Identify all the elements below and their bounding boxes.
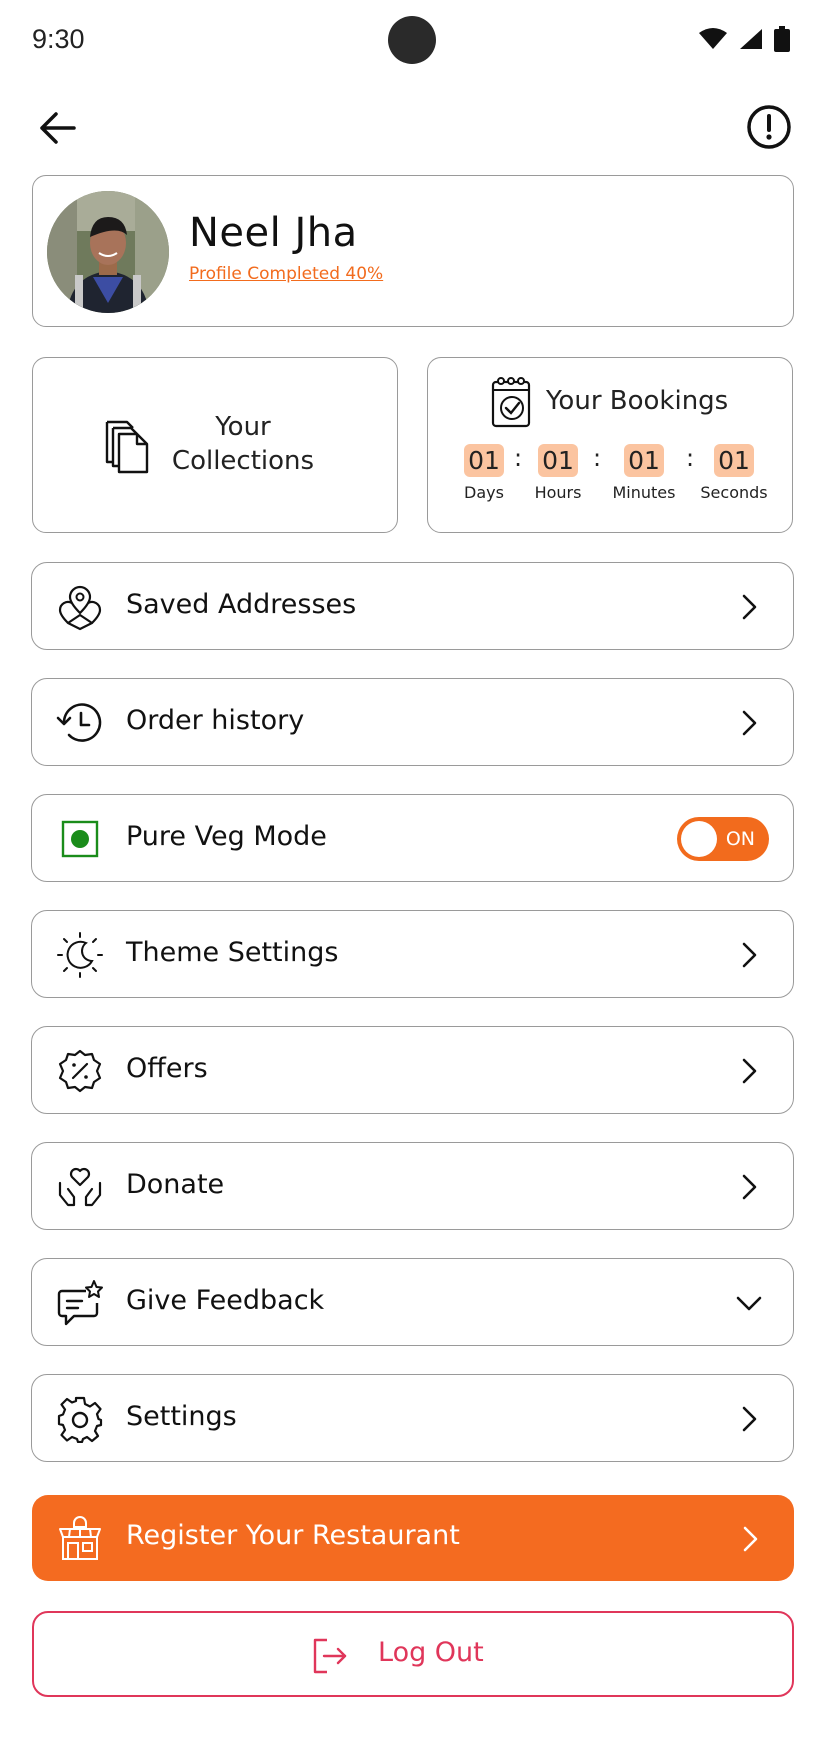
heart-hands-icon [58,1167,102,1207]
avatar [47,191,169,313]
countdown-separator: : [514,444,523,472]
saved-addresses-label: Saved Addresses [126,589,357,620]
countdown-minutes-label: Minutes [612,483,676,502]
chevron-right-icon [742,1058,757,1084]
battery-icon [774,26,790,52]
alert-circle-icon [747,105,791,149]
menu-item-pure-veg-mode: Pure Veg Mode ON [31,794,794,882]
countdown-seconds-label: Seconds [700,483,768,502]
order-history-label: Order history [126,705,305,736]
theme-settings-label: Theme Settings [126,937,339,968]
logout-icon [313,1638,347,1674]
register-restaurant-button[interactable]: Register Your Restaurant [32,1495,794,1581]
back-button[interactable] [34,104,82,152]
front-camera [388,16,436,64]
menu-item-theme-settings[interactable]: Theme Settings [31,910,794,998]
countdown-separator: : [593,444,602,472]
toggle-knob [681,821,717,857]
countdown-days: 01 Days [464,444,504,502]
countdown-hours-label: Hours [534,483,582,502]
profile-card[interactable]: Neel Jha Profile Completed 40% [32,175,794,327]
signal-icon [740,29,762,49]
collections-label-line1: Your [215,412,271,442]
menu-item-offers[interactable]: Offers [31,1026,794,1114]
your-bookings-card[interactable]: Your Bookings 01 Days : 01 Hours : 01 Mi… [427,357,793,533]
status-time: 9:30 [32,24,85,54]
menu-item-settings[interactable]: Settings [31,1374,794,1462]
countdown-hours-value: 01 [538,444,578,477]
pure-veg-toggle[interactable]: ON [677,817,769,861]
give-feedback-label: Give Feedback [126,1285,325,1316]
chevron-down-icon [736,1296,762,1311]
countdown-separator: : [686,444,695,472]
countdown-seconds-value: 01 [714,444,754,477]
chevron-right-icon [742,710,757,736]
history-clock-icon [56,703,102,742]
map-pins-icon [58,585,102,631]
menu-item-donate[interactable]: Donate [31,1142,794,1230]
menu-item-give-feedback[interactable]: Give Feedback [31,1258,794,1346]
offers-label: Offers [126,1053,208,1084]
avatar-photo [47,191,169,313]
logout-label: Log Out [378,1637,484,1668]
store-icon [59,1516,101,1560]
booking-countdown: 01 Days : 01 Hours : 01 Minutes : 01 Sec… [464,444,768,514]
chevron-right-icon [743,1526,758,1552]
logout-button[interactable]: Log Out [32,1611,794,1697]
menu-item-order-history[interactable]: Order history [31,678,794,766]
register-restaurant-label: Register Your Restaurant [126,1520,460,1551]
toggle-state-text: ON [725,828,755,850]
calendar-check-icon [491,377,531,428]
veg-mark-icon [61,820,99,858]
pure-veg-label: Pure Veg Mode [126,821,327,852]
your-collections-card[interactable]: Your Collections [32,357,398,533]
chevron-right-icon [742,942,757,968]
countdown-seconds: 01 Seconds [696,444,772,502]
collections-label: Your Collections [153,410,333,478]
copy-files-icon [105,420,149,474]
profile-name: Neel Jha [189,210,358,256]
profile-completion-link[interactable]: Profile Completed 40% [189,264,383,284]
chat-star-icon [57,1280,103,1326]
countdown-minutes: 01 Minutes [608,444,680,502]
countdown-minutes-value: 01 [624,444,664,477]
discount-badge-icon [58,1049,102,1093]
countdown-days-label: Days [464,483,504,502]
info-button[interactable] [745,103,793,151]
menu-item-saved-addresses[interactable]: Saved Addresses [31,562,794,650]
wifi-icon [699,28,727,49]
settings-label: Settings [126,1401,237,1432]
arrow-left-icon [40,112,76,144]
bookings-title: Your Bookings [546,386,729,416]
gear-icon [57,1396,103,1443]
sun-moon-icon [57,932,103,978]
status-icons [698,26,790,52]
status-bar: 9:30 [0,0,824,80]
donate-label: Donate [126,1169,225,1200]
chevron-right-icon [742,1174,757,1200]
countdown-days-value: 01 [464,444,504,477]
chevron-right-icon [742,1406,757,1432]
collections-label-line2: Collections [171,446,315,476]
chevron-right-icon [742,594,757,620]
countdown-hours: 01 Hours [530,444,586,502]
top-bar [0,90,824,160]
